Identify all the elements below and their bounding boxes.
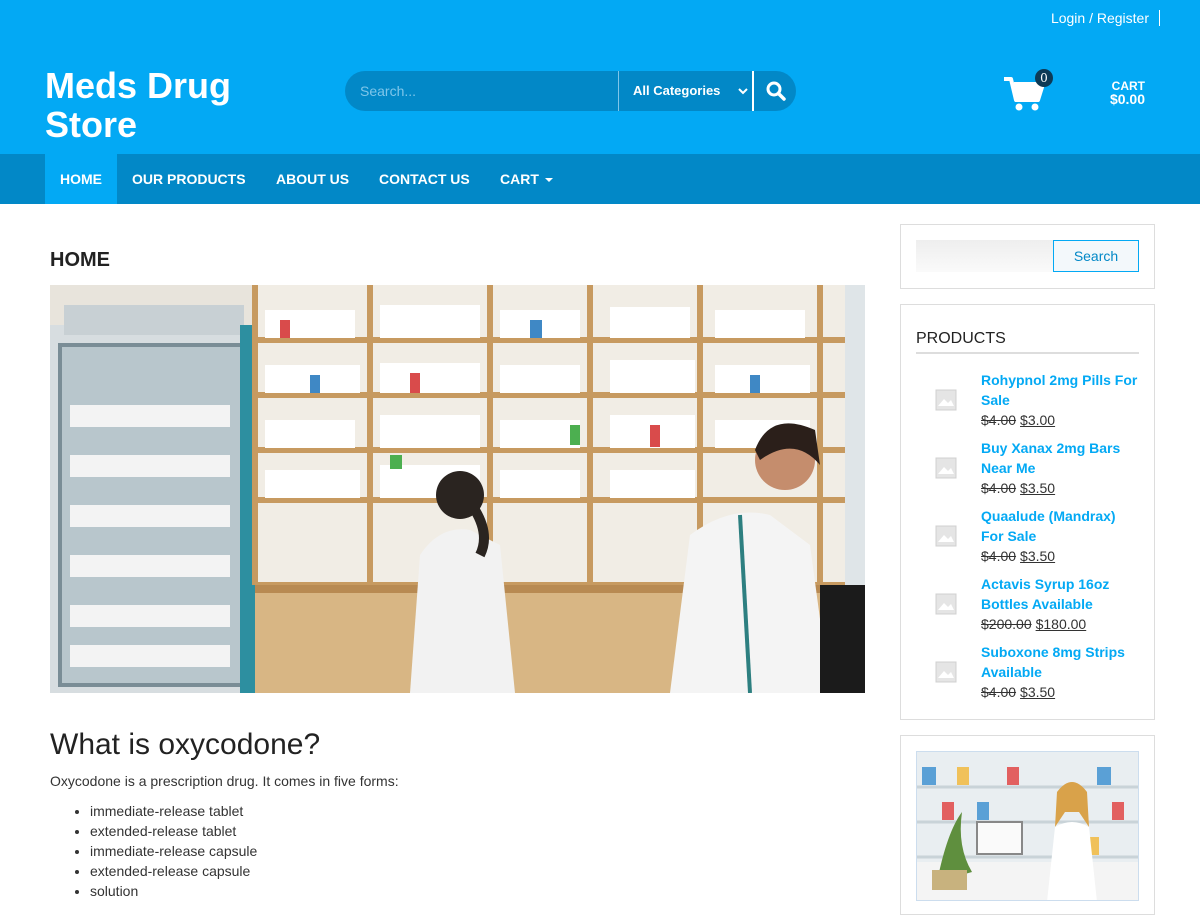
category-select-value: All Categories bbox=[633, 83, 721, 98]
list-item: extended-release capsule bbox=[90, 863, 257, 883]
search-button[interactable] bbox=[752, 71, 796, 111]
list-item: solution bbox=[90, 883, 257, 903]
nav-item-about-us[interactable]: ABOUT US bbox=[261, 154, 364, 204]
nav-item-label: HOME bbox=[60, 171, 102, 187]
old-price: $4.00 bbox=[981, 480, 1017, 496]
search-input[interactable] bbox=[345, 71, 618, 111]
sidebar-search-button[interactable]: Search bbox=[1053, 240, 1139, 272]
nav-item-cart[interactable]: CART bbox=[485, 154, 568, 204]
product-link[interactable]: Quaalude (Mandrax) For Sale bbox=[981, 506, 1141, 546]
article-title: What is oxycodone? bbox=[50, 728, 321, 761]
list-item: extended-release tablet bbox=[90, 823, 257, 843]
old-price: $4.00 bbox=[981, 684, 1017, 700]
product-price: $4.00 $3.50 bbox=[981, 478, 1055, 498]
nav-item-contact-us[interactable]: CONTACT US bbox=[364, 154, 485, 204]
nav-item-label: OUR PRODUCTS bbox=[132, 171, 246, 187]
sale-price: $180.00 bbox=[1035, 616, 1087, 632]
site-title[interactable]: Meds Drug Store bbox=[45, 66, 305, 144]
placeholder-image-icon[interactable] bbox=[916, 642, 976, 702]
widget-title: PRODUCTS bbox=[916, 330, 1006, 347]
nav-item-label: ABOUT US bbox=[276, 171, 350, 187]
cart-total[interactable]: $0.00 bbox=[1110, 91, 1145, 107]
divider bbox=[916, 352, 1139, 354]
product-price: $4.00 $3.50 bbox=[981, 682, 1055, 702]
chevron-down-icon bbox=[738, 88, 748, 95]
caret-down-icon bbox=[544, 178, 553, 183]
list-item: immediate-release tablet bbox=[90, 803, 257, 823]
hero-image bbox=[50, 285, 865, 693]
old-price: $4.00 bbox=[981, 412, 1017, 428]
nav-item-home[interactable]: HOME bbox=[45, 154, 117, 204]
sidebar-search-input[interactable] bbox=[916, 240, 1054, 272]
page-title: HOME bbox=[50, 249, 110, 271]
main-nav: HOME OUR PRODUCTS ABOUT US CONTACT US CA… bbox=[0, 154, 1200, 204]
site-header: Meds Drug Store All Categories 0 CART $0… bbox=[0, 36, 1200, 154]
placeholder-image-icon[interactable] bbox=[916, 574, 976, 634]
sidebar-image-widget bbox=[900, 735, 1155, 915]
product-item: Actavis Syrup 16oz Bottles Available $20… bbox=[916, 574, 1141, 634]
sale-price: $3.50 bbox=[1020, 480, 1056, 496]
product-item: Quaalude (Mandrax) For Sale $4.00 $3.50 bbox=[916, 506, 1141, 566]
sale-price: $3.50 bbox=[1020, 684, 1056, 700]
old-price: $4.00 bbox=[981, 548, 1017, 564]
category-select[interactable]: All Categories bbox=[618, 71, 752, 111]
sidebar-products-widget: PRODUCTS Rohypnol 2mg Pills For Sale $4.… bbox=[900, 304, 1155, 720]
article-intro: Oxycodone is a prescription drug. It com… bbox=[50, 773, 399, 789]
product-link[interactable]: Rohypnol 2mg Pills For Sale bbox=[981, 370, 1141, 410]
sale-price: $3.00 bbox=[1020, 412, 1056, 428]
nav-item-label: CONTACT US bbox=[379, 171, 470, 187]
sale-price: $3.50 bbox=[1020, 548, 1056, 564]
product-price: $200.00 $180.00 bbox=[981, 614, 1086, 634]
sidebar-search-widget: Search bbox=[900, 224, 1155, 289]
product-item: Buy Xanax 2mg Bars Near Me $4.00 $3.50 bbox=[916, 438, 1141, 498]
product-price: $4.00 $3.00 bbox=[981, 410, 1055, 430]
product-link[interactable]: Actavis Syrup 16oz Bottles Available bbox=[981, 574, 1141, 614]
product-item: Suboxone 8mg Strips Available $4.00 $3.50 bbox=[916, 642, 1141, 702]
product-price: $4.00 $3.50 bbox=[981, 546, 1055, 566]
product-item: Rohypnol 2mg Pills For Sale $4.00 $3.00 bbox=[916, 370, 1141, 430]
old-price: $200.00 bbox=[981, 616, 1032, 632]
search-icon bbox=[766, 81, 786, 101]
nav-item-label: CART bbox=[500, 171, 539, 187]
placeholder-image-icon[interactable] bbox=[916, 370, 976, 430]
placeholder-image-icon[interactable] bbox=[916, 506, 976, 566]
product-link[interactable]: Buy Xanax 2mg Bars Near Me bbox=[981, 438, 1141, 478]
nav-item-our-products[interactable]: OUR PRODUCTS bbox=[117, 154, 261, 204]
cart-count-badge: 0 bbox=[1035, 69, 1053, 87]
product-link[interactable]: Suboxone 8mg Strips Available bbox=[981, 642, 1141, 682]
pharmacist-image bbox=[916, 751, 1139, 901]
header-search: All Categories bbox=[345, 71, 796, 111]
placeholder-image-icon[interactable] bbox=[916, 438, 976, 498]
list-item: immediate-release capsule bbox=[90, 843, 257, 863]
forms-list: immediate-release tablet extended-releas… bbox=[90, 803, 257, 903]
top-bar: Login / Register bbox=[0, 0, 1200, 36]
login-register-link[interactable]: Login / Register bbox=[1051, 10, 1160, 26]
